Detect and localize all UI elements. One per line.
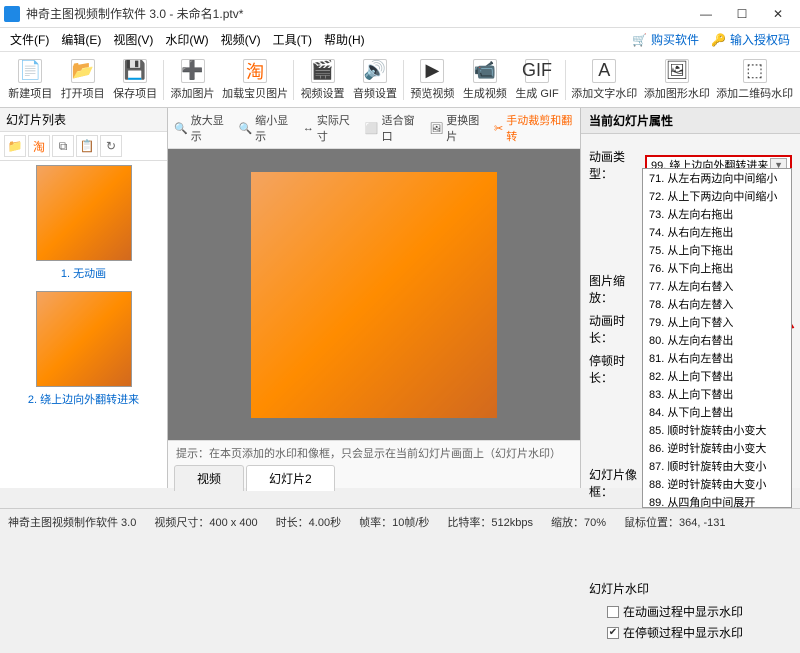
dropdown-item[interactable]: 81. 从右向左替出 [643,349,791,367]
taobao-icon[interactable]: 淘 [28,135,50,157]
canvas[interactable] [168,149,580,440]
minimize-button[interactable]: — [688,1,724,27]
anim-wm-checkbox[interactable]: 在动画过程中显示水印 [607,603,792,620]
slide-item-1[interactable]: 1. 无动画 [4,165,163,281]
sidebar-header: 幻灯片列表 [0,108,167,132]
slide-list[interactable]: 1. 无动画 2. 绕上边向外翻转进来 [0,161,167,488]
dropdown-item[interactable]: 79. 从上向下替入 [643,313,791,331]
properties-panel: 当前幻灯片属性 动画类型： 99. 绕上边向外翻转进来 71. 从左右两边向中间… [580,108,800,488]
video-settings-button[interactable]: 🎬视频设置 [296,57,348,103]
close-button[interactable]: ✕ [760,1,796,27]
main: 幻灯片列表 📁 淘 ⧉ 📋 ↻ 1. 无动画 2. 绕上边向外翻转进来 🔍放大显… [0,108,800,488]
canvas-toolbar: 🔍放大显示 🔍缩小显示 ↔实际尺寸 ⬜适合窗口 🖼更换图片 ✂手动裁剪和翻转 [168,108,580,149]
gen-gif-button[interactable]: GIF生成 GIF [511,57,563,103]
tab-video[interactable]: 视频 [174,465,244,491]
status-bitrate: 比特率：512kbps [447,514,533,530]
text-watermark-button[interactable]: A添加文字水印 [568,57,641,103]
dropdown-item[interactable]: 84. 从下向上替出 [643,403,791,421]
app-icon [4,6,20,22]
status-duration: 时长：4.00秒 [276,514,341,530]
status-mouse: 鼠标位置：364, -131 [624,514,725,530]
menubar: 文件(F) 编辑(E) 视图(V) 水印(W) 视频(V) 工具(T) 帮助(H… [0,28,800,52]
save-project-button[interactable]: 💾保存项目 [109,57,161,103]
menu-tool[interactable]: 工具(T) [267,29,318,50]
anim-dropdown[interactable]: 71. 从左右两边向中间缩小72. 从上下两边向中间缩小73. 从左向右拖出74… [642,168,792,508]
dropdown-item[interactable]: 74. 从右向左拖出 [643,223,791,241]
new-project-button[interactable]: 📄新建项目 [4,57,56,103]
status-size: 视频尺寸：400 x 400 [154,514,257,530]
thumbnail-2 [36,291,132,387]
status-app: 神奇主图视频制作软件 3.0 [8,514,136,530]
menu-file[interactable]: 文件(F) [4,29,55,50]
canvas-image [251,172,497,418]
folder-open-icon[interactable]: 📁 [4,135,26,157]
anim-duration-label: 动画时长： [589,312,645,346]
img-scale-label: 图片缩放： [589,272,645,306]
stay-duration-label: 停顿时长： [589,352,645,386]
open-project-button[interactable]: 📂打开项目 [56,57,108,103]
refresh-icon[interactable]: ↻ [100,135,122,157]
statusbar: 神奇主图视频制作软件 3.0 视频尺寸：400 x 400 时长：4.00秒 帧… [0,508,800,535]
toolbar: 📄新建项目 📂打开项目 💾保存项目 ➕添加图片 淘加载宝贝图片 🎬视频设置 🔊音… [0,52,800,108]
dropdown-item[interactable]: 89. 从四角向中间展开 [643,493,791,508]
license-link[interactable]: 🔑输入授权码 [705,29,796,50]
dropdown-item[interactable]: 73. 从左向右拖出 [643,205,791,223]
app-title: 神奇主图视频制作软件 3.0 - 未命名1.ptv* [26,5,688,22]
gen-video-button[interactable]: 📹生成视频 [459,57,511,103]
status-fps: 帧率：10帧/秒 [359,514,429,530]
dropdown-item[interactable]: 87. 顺时针旋转由大变小 [643,457,791,475]
paste-icon[interactable]: 📋 [76,135,98,157]
thumbnail-1 [36,165,132,261]
copy-icon[interactable]: ⧉ [52,135,74,157]
sidebar-tools: 📁 淘 ⧉ 📋 ↻ [0,132,167,161]
fit-window-button[interactable]: ⬜适合窗口 [365,112,419,144]
menu-video[interactable]: 视频(V) [215,29,267,50]
add-image-button[interactable]: ➕添加图片 [166,57,218,103]
menu-watermark[interactable]: 水印(W) [159,29,214,50]
qr-watermark-button[interactable]: ⬚添加二维码水印 [713,57,796,103]
dropdown-item[interactable]: 77. 从左向右替入 [643,277,791,295]
actual-size-button[interactable]: ↔实际尺寸 [303,112,355,144]
menu-help[interactable]: 帮助(H) [318,29,371,50]
replace-image-button[interactable]: 🖼更换图片 [429,112,484,144]
image-watermark-button[interactable]: 🖼添加图形水印 [641,57,714,103]
zoom-out-button[interactable]: 🔍缩小显示 [238,112,292,144]
slide-wm-label: 幻灯片水印 [589,580,669,597]
slide-item-2[interactable]: 2. 绕上边向外翻转进来 [4,291,163,407]
tab-slide2[interactable]: 幻灯片2 [246,465,335,491]
menu-view[interactable]: 视图(V) [107,29,159,50]
audio-settings-button[interactable]: 🔊音频设置 [349,57,401,103]
dropdown-item[interactable]: 75. 从上向下拖出 [643,241,791,259]
sidebar: 幻灯片列表 📁 淘 ⧉ 📋 ↻ 1. 无动画 2. 绕上边向外翻转进来 [0,108,168,488]
dropdown-item[interactable]: 72. 从上下两边向中间缩小 [643,187,791,205]
dropdown-item[interactable]: 86. 逆时针旋转由小变大 [643,439,791,457]
dropdown-item[interactable]: 78. 从右向左替入 [643,295,791,313]
dropdown-item[interactable]: 71. 从左右两边向中间缩小 [643,169,791,187]
dropdown-item[interactable]: 82. 从上向下替出 [643,367,791,385]
dropdown-item[interactable]: 80. 从左向右替出 [643,331,791,349]
zoom-in-button[interactable]: 🔍放大显示 [174,112,228,144]
status-zoom: 缩放：70% [551,514,606,530]
titlebar: 神奇主图视频制作软件 3.0 - 未命名1.ptv* — ☐ ✕ [0,0,800,28]
load-taobao-button[interactable]: 淘加载宝贝图片 [219,57,292,103]
pause-wm-checkbox[interactable]: ✔在停顿过程中显示水印 [607,624,792,641]
maximize-button[interactable]: ☐ [724,1,760,27]
crop-flip-button[interactable]: ✂手动裁剪和翻转 [494,112,574,144]
canvas-footer: 提示：在本页添加的水印和像框，只会显示在当前幻灯片画面上（幻灯片水印） 视频 幻… [168,440,580,488]
menu-edit[interactable]: 编辑(E) [55,29,107,50]
dropdown-item[interactable]: 83. 从上向下替出 [643,385,791,403]
preview-video-button[interactable]: ▶预览视频 [406,57,458,103]
dropdown-item[interactable]: 76. 从下向上拖出 [643,259,791,277]
dropdown-item[interactable]: 88. 逆时针旋转由大变小 [643,475,791,493]
buy-link[interactable]: 🛒购买软件 [626,29,705,50]
properties-header: 当前幻灯片属性 [581,108,800,134]
anim-type-label: 动画类型： [589,148,645,182]
center-panel: 🔍放大显示 🔍缩小显示 ↔实际尺寸 ⬜适合窗口 🖼更换图片 ✂手动裁剪和翻转 提… [168,108,580,488]
dropdown-item[interactable]: 85. 顺时针旋转由小变大 [643,421,791,439]
hint-text: 提示：在本页添加的水印和像框，只会显示在当前幻灯片画面上（幻灯片水印） [168,441,580,465]
